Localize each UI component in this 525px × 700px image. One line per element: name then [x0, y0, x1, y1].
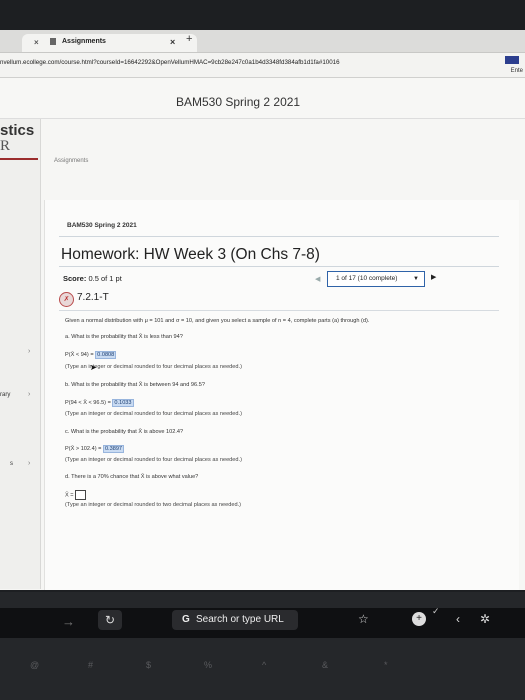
- touchbar-search-label: Search or type URL: [196, 614, 284, 625]
- part-a-question: a. What is the probability that X̄ is le…: [65, 334, 183, 340]
- part-d-question: d. There is a 70% chance that X̄ is abov…: [65, 474, 199, 480]
- tab-title: Assignments: [62, 38, 106, 45]
- url-bar[interactable]: nvellum.ecollege.com/course.html?courseI…: [0, 53, 525, 78]
- tab-close-icon-2[interactable]: ×: [170, 37, 175, 47]
- part-d-answer: X̄ =: [65, 490, 87, 500]
- page-title: Homework: HW Week 3 (On Chs 7-8): [61, 246, 320, 263]
- chevron-right-icon[interactable]: ›: [28, 348, 30, 355]
- part-c-hint: (Type an integer or decimal rounded to f…: [65, 457, 242, 463]
- score-value: 0.5 of 1 pt: [88, 274, 122, 283]
- key-asterisk[interactable]: *: [384, 660, 388, 670]
- divider: [59, 266, 499, 267]
- sidebar-item-library[interactable]: rary: [0, 392, 10, 398]
- key-caret[interactable]: ^: [262, 660, 266, 670]
- question-selector-label: 1 of 17 (10 complete): [336, 275, 398, 282]
- key-at[interactable]: @: [30, 660, 39, 670]
- partial-credit-icon: ✗: [59, 292, 74, 307]
- publisher-logo: R: [0, 138, 11, 154]
- assignments-link[interactable]: Assignments: [54, 158, 88, 164]
- key-percent[interactable]: %: [204, 660, 212, 670]
- reload-icon[interactable]: ↻: [98, 610, 122, 630]
- question-intro: Given a normal distribution with μ = 101…: [65, 318, 370, 324]
- brightness-down-icon[interactable]: ‹: [456, 612, 460, 626]
- homework-panel: BAM530 Spring 2 2021 Homework: HW Week 3…: [44, 200, 519, 590]
- answer-prefix: P(X̄ > 102.4) =: [65, 446, 103, 452]
- breadcrumb[interactable]: BAM530 Spring 2 2021: [67, 222, 137, 229]
- course-header: BAM530 Spring 2 2021: [0, 78, 525, 119]
- tab-assignments[interactable]: × Assignments ×: [22, 34, 197, 52]
- chevron-right-icon[interactable]: ›: [28, 391, 30, 398]
- bookmark-star-icon[interactable]: ☆: [358, 612, 369, 626]
- course-title: BAM530 Spring 2 2021: [176, 95, 301, 109]
- part-b-question: b. What is the probability that X̄ is be…: [65, 382, 205, 388]
- question-selector[interactable]: 1 of 17 (10 complete) ▼: [327, 271, 425, 287]
- answer-field-d[interactable]: [75, 490, 87, 500]
- answer-field-a[interactable]: 0.0808: [95, 351, 117, 359]
- caret-down-icon: ▼: [413, 276, 419, 282]
- forward-arrow-icon[interactable]: →: [62, 614, 75, 629]
- part-c-question: c. What is the probability that X̄ is ab…: [65, 429, 184, 435]
- divider: [59, 310, 499, 311]
- key-hash[interactable]: #: [88, 660, 93, 670]
- extension-icon[interactable]: [505, 56, 519, 64]
- new-tab-plus-icon[interactable]: +: [412, 612, 426, 626]
- sidebar-item-s[interactable]: s: [10, 461, 13, 467]
- divider: [59, 236, 499, 237]
- tab-close-icon[interactable]: ×: [34, 38, 39, 47]
- left-sidebar: [0, 119, 41, 589]
- part-b-hint: (Type an integer or decimal rounded to f…: [65, 411, 242, 417]
- extension-label: Ente: [510, 68, 523, 74]
- browser-screen: × Assignments × + nvellum.ecollege.com/c…: [0, 30, 525, 590]
- answer-field-b[interactable]: 0.1033: [112, 399, 134, 407]
- document-icon: [50, 38, 56, 45]
- answer-prefix: P(94 < X̄ < 96.5) =: [65, 400, 113, 406]
- key-dollar[interactable]: $: [146, 660, 151, 670]
- part-c-answer: P(X̄ > 102.4) = 0.3897: [65, 445, 125, 453]
- left-sidebar-title: stics: [0, 122, 35, 139]
- answer-prefix: P(X̄ < 94) =: [65, 352, 96, 358]
- answer-prefix: X̄ =: [65, 492, 76, 499]
- mouse-cursor-icon: ➤: [90, 363, 97, 372]
- previous-question-icon[interactable]: ◀: [315, 275, 320, 283]
- checkmark-icon: ✓: [432, 606, 440, 616]
- new-tab-button[interactable]: +: [186, 33, 192, 45]
- part-d-hint: (Type an integer or decimal rounded to t…: [65, 502, 241, 508]
- key-ampersand[interactable]: &: [322, 660, 328, 670]
- part-a-answer: P(X̄ < 94) = 0.0808: [65, 351, 117, 359]
- score: Score: 0.5 of 1 pt: [63, 274, 122, 283]
- brightness-icon[interactable]: ✲: [480, 612, 490, 626]
- answer-field-c[interactable]: 0.3897: [102, 445, 125, 453]
- sidebar-divider: [0, 158, 38, 160]
- next-question-icon[interactable]: ▶: [431, 273, 436, 281]
- tab-strip: × Assignments × +: [0, 30, 525, 53]
- question-number: 7.2.1-T: [77, 292, 109, 303]
- part-b-answer: P(94 < X̄ < 96.5) = 0.1033: [65, 399, 134, 407]
- score-label: Score:: [63, 274, 87, 283]
- chevron-right-icon[interactable]: ›: [28, 460, 30, 467]
- google-icon: G: [182, 614, 190, 625]
- url-text[interactable]: nvellum.ecollege.com/course.html?courseI…: [0, 59, 340, 66]
- touchbar-search[interactable]: G Search or type URL: [172, 610, 298, 630]
